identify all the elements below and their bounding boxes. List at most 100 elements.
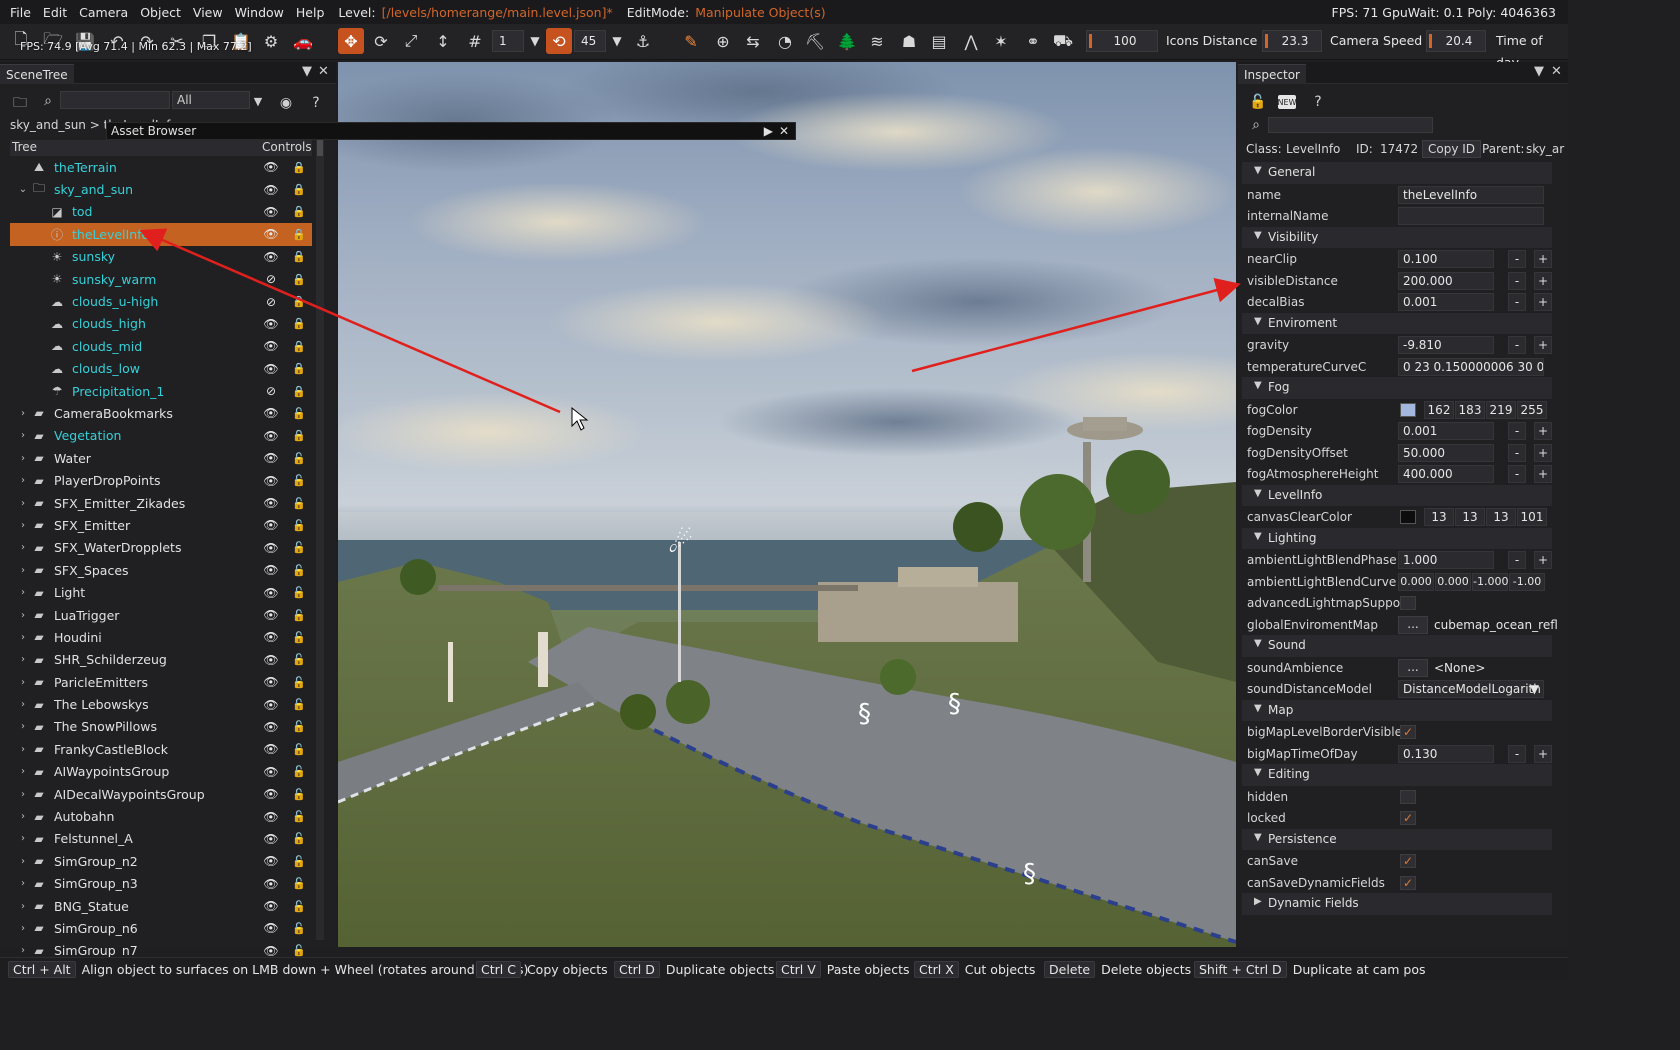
tree-scrollbar[interactable]: [316, 140, 324, 940]
grid-step-dropdown-icon[interactable]: ▼: [522, 28, 548, 54]
scenetree-tab[interactable]: SceneTree: [0, 64, 74, 84]
expand-chevron-right-icon[interactable]: ›: [16, 766, 30, 777]
copy-id-button[interactable]: Copy ID: [1422, 140, 1482, 158]
expand-chevron-right-icon[interactable]: ›: [16, 744, 30, 755]
lock-open-icon[interactable]: 🔓: [292, 765, 306, 778]
rotate-tool-icon[interactable]: ⟳: [368, 28, 394, 54]
expand-chevron-right-icon[interactable]: ›: [16, 856, 30, 867]
increment-button[interactable]: +: [1534, 465, 1552, 483]
tree-row[interactable]: › ▰ Houdini 👁 🔓: [10, 626, 312, 648]
eye-hidden-icon[interactable]: ⊘: [263, 384, 279, 398]
tree-row[interactable]: › ▰ SimGroup_n6 👁 🔓: [10, 917, 312, 939]
expand-chevron-right-icon[interactable]: ›: [16, 565, 30, 576]
eye-visible-icon[interactable]: 👁: [263, 429, 279, 443]
lock-closed-icon[interactable]: 🔒: [292, 362, 306, 375]
inspector-section-header[interactable]: ▼ Map: [1242, 699, 1552, 721]
increment-button[interactable]: +: [1534, 271, 1552, 290]
tree-row[interactable]: › ▰ AIDecalWaypointsGroup 👁 🔓: [10, 783, 312, 805]
scrollbar-thumb[interactable]: [317, 140, 323, 156]
expand-chevron-right-icon[interactable]: ›: [16, 833, 30, 844]
triangle-down-icon[interactable]: ▼: [1254, 380, 1262, 391]
eye-visible-icon[interactable]: 👁: [263, 496, 279, 510]
lock-closed-icon[interactable]: 🔒: [292, 273, 306, 286]
tree-row[interactable]: › ▰ SFX_Emitter_Zikades 👁 🔓: [10, 492, 312, 514]
lock-closed-icon[interactable]: 🔒: [292, 205, 306, 218]
tree-row[interactable]: › ▰ LuaTrigger 👁 🔓: [10, 604, 312, 626]
lock-open-icon[interactable]: 🔓: [292, 586, 306, 599]
lock-open-icon[interactable]: 🔓: [292, 653, 306, 666]
expand-chevron-right-icon[interactable]: ›: [16, 542, 30, 553]
increment-button[interactable]: +: [1534, 744, 1552, 763]
decrement-button[interactable]: -: [1508, 465, 1526, 483]
tree-row[interactable]: › ▰ FrankyCastleBlock 👁 🔓: [10, 738, 312, 760]
eye-visible-icon[interactable]: 👁: [263, 541, 279, 555]
eye-visible-icon[interactable]: 👁: [263, 451, 279, 465]
eye-visible-icon[interactable]: 👁: [263, 787, 279, 801]
expand-chevron-right-icon[interactable]: ›: [16, 587, 30, 598]
tree-row[interactable]: ☁ clouds_high 👁 🔒: [10, 313, 312, 335]
play-icon[interactable]: ▶: [764, 123, 773, 139]
eye-visible-icon[interactable]: 👁: [263, 630, 279, 644]
eye-visible-icon[interactable]: 👁: [263, 474, 279, 488]
tree-row[interactable]: › ▰ CameraBookmarks 👁 🔓: [10, 402, 312, 424]
expand-chevron-right-icon[interactable]: ›: [16, 878, 30, 889]
lock-open-icon[interactable]: 🔓: [292, 922, 306, 935]
number-field[interactable]: 1.000: [1398, 551, 1494, 569]
lock-open-icon[interactable]: 🔓: [292, 676, 306, 689]
road-editor-icon[interactable]: ⇆: [740, 28, 766, 54]
lock-open-icon[interactable]: 🔓: [292, 541, 306, 554]
tree-row[interactable]: › ▰ SimGroup_n3 👁 🔓: [10, 873, 312, 895]
pencil-edit-icon[interactable]: ✎: [678, 28, 704, 54]
align-ground-icon[interactable]: ⚓: [630, 28, 656, 54]
help-icon[interactable]: ?: [1308, 92, 1328, 112]
3d-viewport[interactable]: ☄ § § §: [338, 62, 1236, 947]
color-channel-field[interactable]: 219: [1486, 400, 1516, 419]
eye-visible-icon[interactable]: 👁: [263, 877, 279, 891]
nodes-icon[interactable]: ⚭: [1020, 28, 1046, 54]
lock-closed-icon[interactable]: 🔒: [292, 250, 306, 263]
color-channel-field[interactable]: 101: [1517, 508, 1547, 526]
inspector-section-header[interactable]: ▼ Lighting: [1242, 527, 1552, 549]
expand-chevron-right-icon[interactable]: ›: [16, 520, 30, 531]
tree-row[interactable]: ⛰ theTerrain 👁 🔒: [10, 156, 312, 178]
eye-visible-icon[interactable]: 👁: [263, 742, 279, 756]
scenetree-filter-select[interactable]: All: [172, 91, 250, 109]
eye-visible-icon[interactable]: 👁: [263, 227, 279, 241]
tree-row[interactable]: › ▰ SHR_Schilderzeug 👁 🔓: [10, 649, 312, 671]
forest-icon[interactable]: 🌲: [834, 28, 860, 54]
settings-gear-icon[interactable]: ⚙: [258, 28, 284, 54]
angle-snap-icon[interactable]: ⟲: [546, 28, 572, 54]
menu-camera[interactable]: Camera: [73, 5, 134, 20]
lock-open-icon[interactable]: 🔓: [292, 407, 306, 420]
expand-chevron-right-icon[interactable]: ›: [16, 789, 30, 800]
expand-chevron-down-icon[interactable]: ⌄: [16, 184, 30, 195]
tree-row[interactable]: › ▰ PlayerDropPoints 👁 🔓: [10, 469, 312, 491]
layers-icon[interactable]: ≋: [864, 28, 890, 54]
tree-row[interactable]: ⓘ theLevelInfo 👁 🔒: [10, 223, 312, 246]
grid-snap-icon[interactable]: #: [462, 28, 488, 54]
lock-open-icon[interactable]: 🔓: [292, 855, 306, 868]
eye-visible-icon[interactable]: 👁: [263, 608, 279, 622]
inspector-section-header[interactable]: ▶ Dynamic Fields: [1242, 893, 1552, 915]
color-swatch[interactable]: [1400, 402, 1416, 417]
inspector-section-header[interactable]: ▼ Editing: [1242, 764, 1552, 786]
asset-browser-bar[interactable]: Asset Browser ▶ ✕: [106, 122, 796, 140]
meshroad-icon[interactable]: ☗: [896, 28, 922, 54]
broadcast-icon[interactable]: ◉: [276, 93, 296, 113]
curve-value-field[interactable]: -1.000: [1472, 572, 1508, 591]
menu-object[interactable]: Object: [134, 5, 187, 20]
number-field[interactable]: 0.130: [1398, 744, 1494, 763]
vehicle-tools-icon[interactable]: ⛟: [1050, 28, 1076, 54]
eye-visible-icon[interactable]: 👁: [263, 563, 279, 577]
time-of-day-input[interactable]: 20.4: [1426, 30, 1486, 52]
lock-open-icon[interactable]: 🔓: [292, 900, 306, 913]
expand-chevron-right-icon[interactable]: ›: [16, 475, 30, 486]
lock-closed-icon[interactable]: 🔒: [292, 340, 306, 353]
lock-open-icon[interactable]: 🔓: [292, 788, 306, 801]
tree-row[interactable]: › ▰ BNG_Statue 👁 🔓: [10, 895, 312, 917]
grid-step-input[interactable]: 1: [492, 30, 524, 52]
checkbox-unchecked[interactable]: [1400, 596, 1416, 610]
scale-tool-icon[interactable]: ⤢: [398, 28, 424, 54]
increment-button[interactable]: +: [1534, 443, 1552, 462]
translate-tool-icon[interactable]: ✥: [338, 28, 364, 54]
